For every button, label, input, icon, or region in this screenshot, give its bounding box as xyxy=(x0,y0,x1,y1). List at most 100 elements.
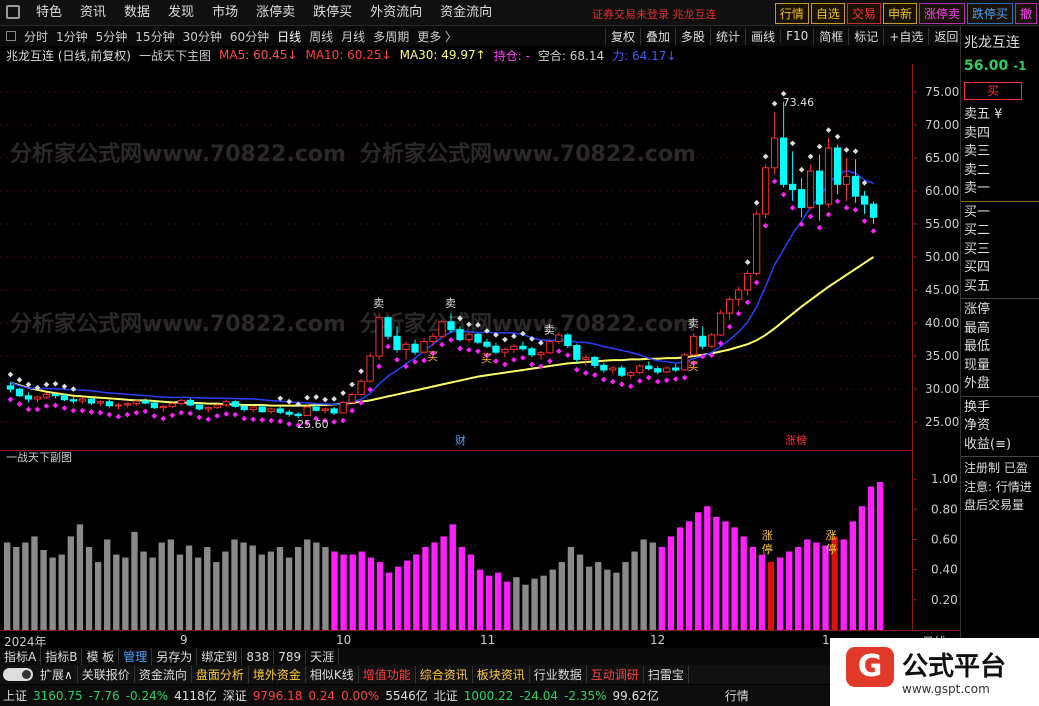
candle-body xyxy=(51,393,60,397)
indicator-bar xyxy=(849,521,856,630)
candle-body xyxy=(833,147,842,185)
indicator-bar xyxy=(458,547,466,630)
tool-multi-stock[interactable]: 多股 xyxy=(675,27,710,45)
layout-toggle-icon[interactable] xyxy=(6,31,16,41)
tool-overlay[interactable]: 叠加 xyxy=(640,27,675,45)
candle-body xyxy=(636,365,644,374)
period-multi[interactable]: 多周期 xyxy=(373,28,409,45)
menu-item-capital-flow[interactable]: 资金流向 xyxy=(440,0,492,26)
tab-789[interactable]: 789 xyxy=(274,649,307,664)
tab-cancel[interactable]: 撤 xyxy=(1014,3,1037,24)
tab-trade[interactable]: 交易 xyxy=(846,3,881,24)
order-book-divider xyxy=(961,395,1039,397)
indicator-bar xyxy=(776,557,784,630)
tool-draw[interactable]: 画线 xyxy=(745,27,780,45)
tab-manage[interactable]: 管理 xyxy=(119,648,153,665)
tab-industry-data[interactable]: 行业数据 xyxy=(530,666,587,683)
stat-high: 最高 xyxy=(964,320,991,336)
sz-index[interactable]: 9796.18 xyxy=(253,689,303,703)
menu-item-discover[interactable]: 发现 xyxy=(168,0,194,26)
resistance-marker xyxy=(277,395,284,402)
tab-value-added[interactable]: 增值功能 xyxy=(359,666,416,683)
tab-838[interactable]: 838 xyxy=(242,649,275,664)
tool-mark[interactable]: 标记 xyxy=(848,27,883,45)
tool-stats[interactable]: 统计 xyxy=(710,27,745,45)
tab-ipo[interactable]: 申新 xyxy=(882,3,917,24)
tab-sector-news[interactable]: 板块资讯 xyxy=(473,666,530,683)
period-weekly[interactable]: 周线 xyxy=(309,28,333,45)
period-intraday[interactable]: 分时 xyxy=(24,28,48,45)
app-menu-icon[interactable] xyxy=(6,5,20,19)
indicator-bar xyxy=(867,486,875,630)
status-right-label[interactable]: 行情 xyxy=(725,687,749,704)
tab-quotes[interactable]: 行情 xyxy=(774,3,809,24)
tab-watchlist[interactable]: 自选 xyxy=(810,3,845,24)
support-marker xyxy=(520,354,526,361)
indicator-bar xyxy=(567,547,575,630)
bz-index[interactable]: 1000.22 xyxy=(464,689,514,703)
sh-index[interactable]: 3160.75 xyxy=(33,689,83,703)
candle-body xyxy=(672,367,680,371)
candle-body xyxy=(6,385,15,390)
tab-bind-to[interactable]: 绑定到 xyxy=(197,648,243,665)
tab-similar-kline[interactable]: 相似K线 xyxy=(306,666,359,683)
period-60min[interactable]: 60分钟 xyxy=(230,28,269,45)
period-daily[interactable]: 日线 xyxy=(277,28,301,45)
tab-expand[interactable]: 扩展∧ xyxy=(36,666,78,683)
tab-save-as[interactable]: 另存为 xyxy=(152,648,198,665)
menu-item-limitup-sell[interactable]: 涨停卖 xyxy=(256,0,295,26)
buy-button[interactable]: 买 xyxy=(964,82,1022,100)
candlestick-chart[interactable]: 73.4625.60财 涨榜卖 卖卖卖买 买买 xyxy=(0,64,960,450)
menu-item-market[interactable]: 市场 xyxy=(212,0,238,26)
tab-news[interactable]: 综合资讯 xyxy=(416,666,473,683)
period-5min[interactable]: 5分钟 xyxy=(96,28,128,45)
candle-body xyxy=(699,335,707,347)
resistance-marker xyxy=(834,133,841,140)
tool-f10[interactable]: F10 xyxy=(780,29,813,43)
indicator-bar xyxy=(713,516,720,630)
period-30min[interactable]: 30分钟 xyxy=(183,28,222,45)
stat-earnings[interactable]: 收益(≡) xyxy=(961,436,1039,455)
candle-body xyxy=(375,317,383,357)
menu-item-foreign-flow[interactable]: 外资流向 xyxy=(370,0,422,26)
menu-item-features[interactable]: 特色 xyxy=(36,0,62,26)
tab-limitup-sell[interactable]: 涨停卖 xyxy=(918,3,965,24)
tab-capital-flow[interactable]: 资金流向 xyxy=(135,666,192,683)
period-15min[interactable]: 15分钟 xyxy=(135,28,174,45)
tool-back[interactable]: 返回 xyxy=(928,27,963,45)
tool-simple-frame[interactable]: 简框 xyxy=(813,27,848,45)
tab-related-quotes[interactable]: 关联报价 xyxy=(78,666,135,683)
tab-mine-sweeper[interactable]: 扫雷宝 xyxy=(644,666,689,683)
support-marker xyxy=(43,403,50,409)
indicator-bar xyxy=(813,542,820,630)
menu-item-data[interactable]: 数据 xyxy=(124,0,150,26)
menu-item-limitdown-buy[interactable]: 跌停买 xyxy=(313,0,352,26)
tab-limitdown-buy[interactable]: 跌停买 xyxy=(966,3,1013,24)
indicator-bar xyxy=(658,547,666,630)
tab-interaction[interactable]: 互动调研 xyxy=(587,666,644,683)
candle-body xyxy=(204,407,212,410)
sz-label: 深证 xyxy=(222,689,247,703)
indicator-bar xyxy=(722,521,729,630)
tab-indicator-b[interactable]: 指标B xyxy=(41,648,83,665)
support-marker xyxy=(223,411,230,417)
tab-market-analysis[interactable]: 盘面分析 xyxy=(192,666,249,683)
support-marker xyxy=(574,366,580,373)
tab-foreign-capital[interactable]: 境外资金 xyxy=(249,666,306,683)
price-tick: 35.00 xyxy=(925,349,959,363)
tab-template[interactable]: 模 板 xyxy=(82,648,120,665)
period-more[interactable]: 更多 〉 xyxy=(417,28,457,45)
period-monthly[interactable]: 月线 xyxy=(341,28,365,45)
tool-add-watch[interactable]: +自选 xyxy=(883,27,928,45)
support-marker xyxy=(565,352,571,359)
tab-indicator-a[interactable]: 指标A xyxy=(0,648,42,665)
sub-indicator-chart[interactable]: 涨停涨停 xyxy=(0,464,912,630)
support-marker xyxy=(816,224,823,231)
period-1min[interactable]: 1分钟 xyxy=(56,28,88,45)
menu-item-news[interactable]: 资讯 xyxy=(80,0,106,26)
tab-tianya[interactable]: 天涯 xyxy=(306,648,340,665)
tool-adjust[interactable]: 复权 xyxy=(605,27,640,45)
login-notice[interactable]: 证券交易未登录 兆龙互连 xyxy=(592,6,717,22)
panel-toggle[interactable] xyxy=(3,668,33,681)
indicator-name[interactable]: 一战天下主图 xyxy=(139,47,211,64)
